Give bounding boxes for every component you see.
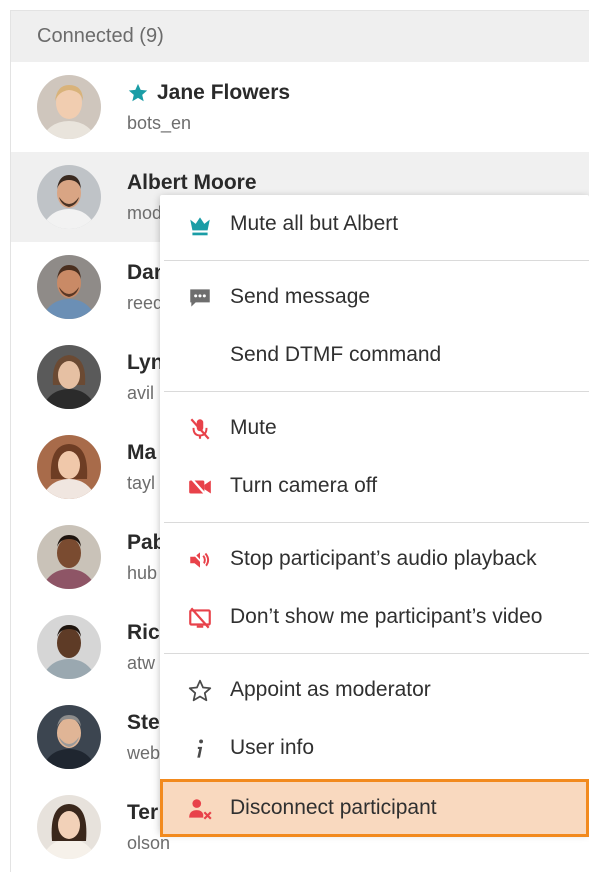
menu-item-appoint-moderator[interactable]: Appoint as moderator: [160, 661, 589, 719]
participant-name: Ric: [127, 621, 160, 644]
menu-item-hide-video[interactable]: Don’t show me participant’s video: [160, 588, 589, 646]
info-icon: [186, 735, 214, 763]
participant-login: tayl: [127, 473, 156, 493]
participant-name: Ter: [127, 801, 159, 824]
participant-name: Lyn: [127, 351, 164, 374]
avatar: [37, 435, 101, 499]
participant-name: Jane Flowers: [157, 81, 291, 104]
avatar: [37, 255, 101, 319]
menu-item-turn-camera-off[interactable]: Turn camera off: [160, 457, 589, 515]
panel-header: Connected (9): [11, 11, 589, 62]
menu-item-mute-all-but[interactable]: Mute all but Albert: [160, 195, 589, 253]
moderator-star-icon: [127, 82, 149, 104]
participant-login: avil: [127, 383, 155, 403]
participant-context-menu: Mute all but Albert Send message Send DT…: [160, 195, 589, 837]
participant-name: Albert Moore: [127, 171, 257, 194]
participant-login: web: [127, 743, 161, 763]
menu-item-stop-audio-playback[interactable]: Stop participant’s audio playback: [160, 530, 589, 588]
chat-icon: [186, 284, 214, 312]
menu-item-send-message[interactable]: Send message: [160, 268, 589, 326]
menu-divider: [164, 653, 589, 654]
menu-item-user-info[interactable]: User info: [160, 719, 589, 777]
star-outline-icon: [186, 677, 214, 705]
crown-icon: [186, 211, 214, 239]
screen-off-icon: [186, 604, 214, 632]
avatar: [37, 705, 101, 769]
menu-divider: [164, 522, 589, 523]
menu-divider: [164, 260, 589, 261]
mic-off-icon: [186, 415, 214, 443]
user-remove-icon: [186, 795, 214, 823]
menu-item-send-dtmf[interactable]: Send DTMF command: [160, 326, 589, 384]
participant-name: Ma: [127, 441, 157, 464]
connected-count-title: Connected (9): [37, 25, 164, 47]
menu-divider: [164, 391, 589, 392]
participant-login: atw: [127, 653, 156, 673]
speaker-off-icon: [186, 546, 214, 574]
avatar: [37, 795, 101, 859]
avatar: [37, 75, 101, 139]
avatar: [37, 615, 101, 679]
participant-login: bots_en: [127, 113, 192, 133]
avatar: [37, 525, 101, 589]
participant-name: Ste: [127, 711, 160, 734]
menu-item-disconnect-participant[interactable]: Disconnect participant: [160, 779, 589, 837]
camera-off-icon: [186, 473, 214, 501]
avatar: [37, 345, 101, 409]
menu-item-mute[interactable]: Mute: [160, 399, 589, 457]
participant-row[interactable]: Jane Flowers bots_en: [11, 62, 589, 152]
avatar: [37, 165, 101, 229]
